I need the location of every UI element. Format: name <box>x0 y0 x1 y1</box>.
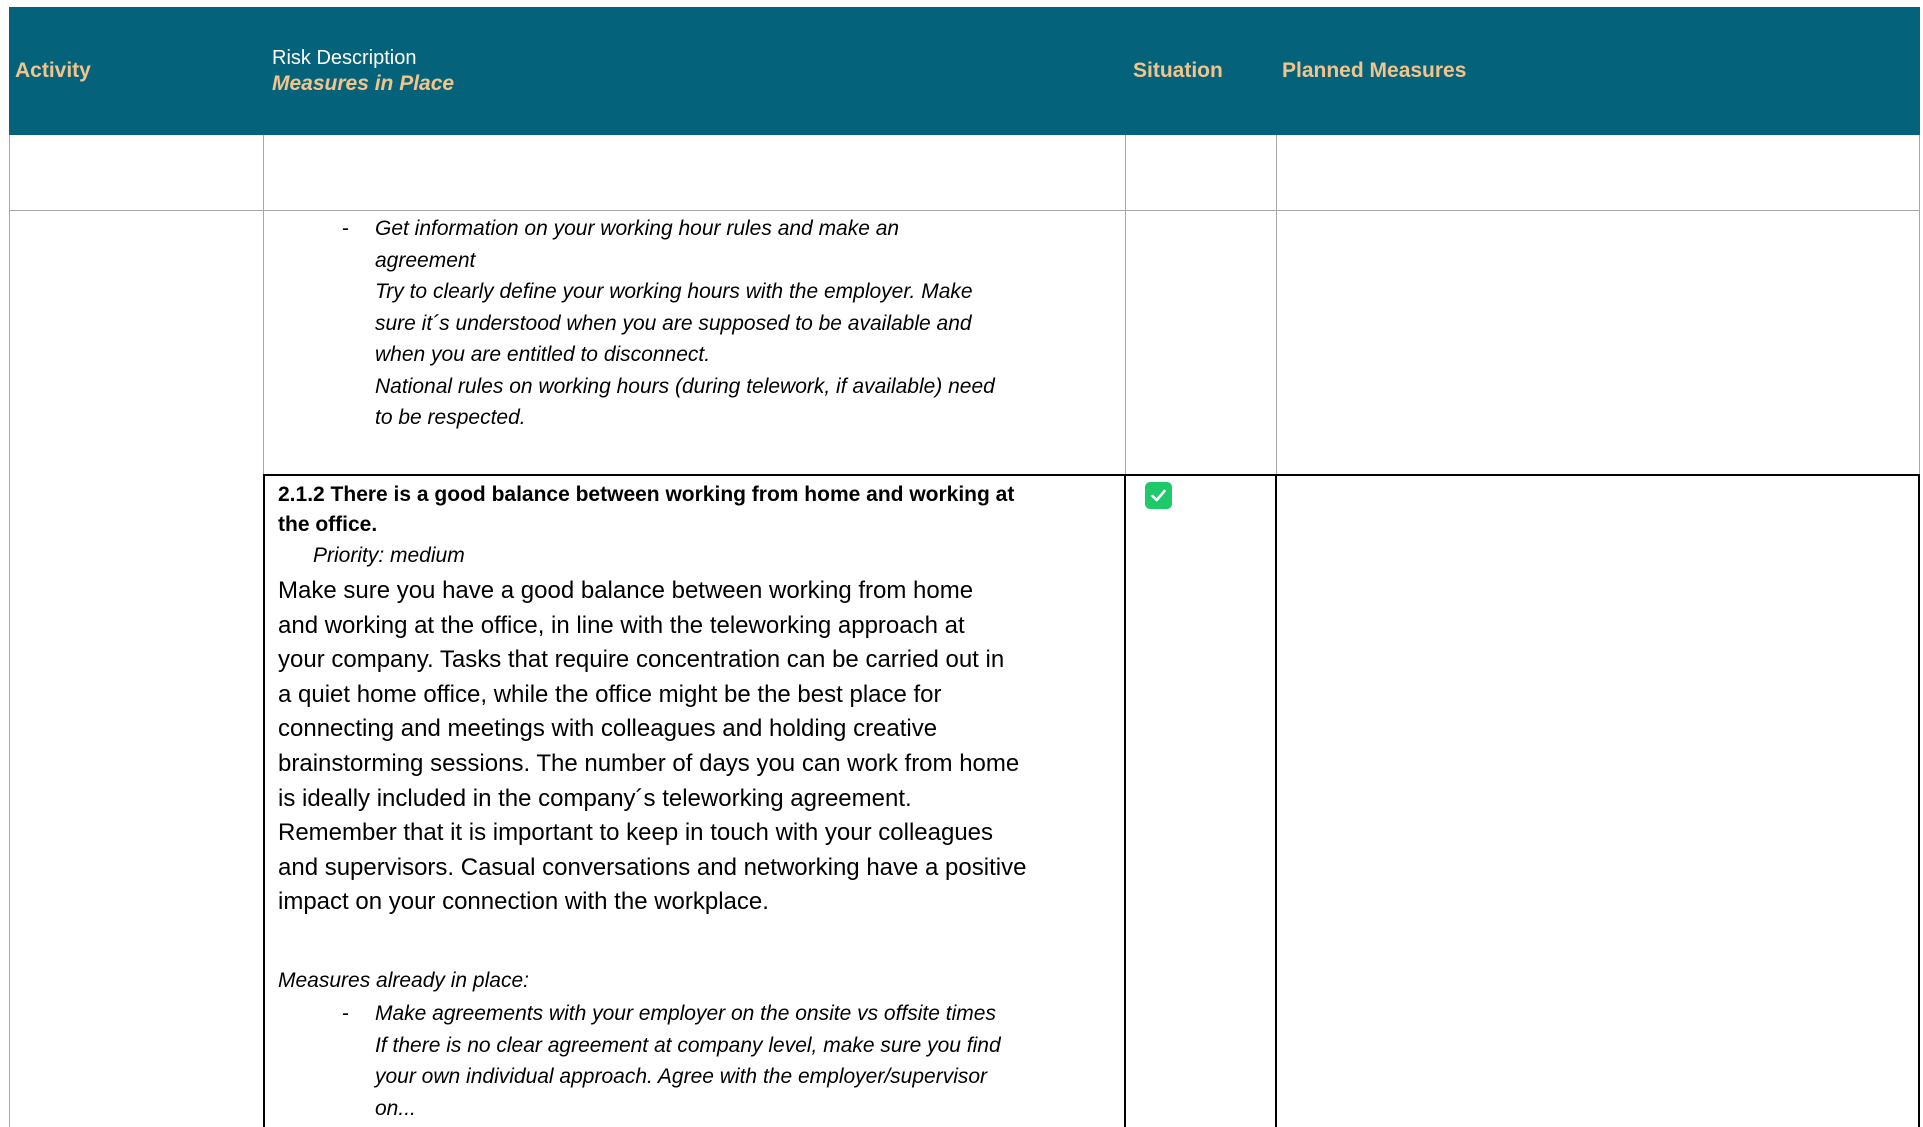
header-activity: Activity <box>15 7 265 135</box>
header-situation-label: Situation <box>1133 59 1223 82</box>
item-title-line: the office. <box>278 513 378 536</box>
header-situation: Situation <box>1133 7 1273 135</box>
measure-working-hours: Get information on your working hour rul… <box>375 213 1115 434</box>
measure-line: when you are entitled to disconnect. <box>375 343 711 366</box>
item-priority: Priority: medium <box>313 544 465 567</box>
bullet-dash: - <box>342 217 349 240</box>
header-risk-description: Risk Description Measures in Place <box>272 7 1132 135</box>
header-measures-in-place-label: Measures in Place <box>272 71 455 95</box>
measure-line: If there is no clear agreement at compan… <box>375 1033 1001 1057</box>
description-line: Make sure you have a good balance betwee… <box>278 577 974 604</box>
measures-label: Measures already in place: <box>278 969 529 992</box>
measure-onsite-offsite: Make agreements with your employer on th… <box>375 998 1120 1124</box>
item-row-description-border <box>1124 474 1126 1127</box>
item-row-top-border <box>263 474 1920 476</box>
measure-line: Get information on your working hour rul… <box>375 217 900 240</box>
description-line: and supervisors. Casual conversations an… <box>278 853 1027 881</box>
item-row-right-border <box>1918 474 1920 1127</box>
header-activity-label: Activity <box>15 59 91 82</box>
measure-line: to be respected. <box>375 406 526 429</box>
measure-line: Try to clearly define your working hours… <box>375 280 973 303</box>
item-title-line: 2.1.2 There is a good balance between wo… <box>278 483 1015 506</box>
column-divider-description <box>1125 135 1126 475</box>
measure-line: on... <box>375 1096 416 1120</box>
description-line: impact on your connection with the workp… <box>278 888 769 916</box>
header-planned-measures: Planned Measures <box>1282 7 1882 135</box>
row-divider-1 <box>9 210 1920 211</box>
column-divider-situation <box>1276 135 1277 475</box>
risk-assessment-table: Activity Risk Description Measures in Pl… <box>0 0 1923 1127</box>
measure-line: sure it´s understood when you are suppos… <box>375 311 972 335</box>
measure-line: your own individual approach. Agree with… <box>375 1065 988 1088</box>
description-line: connecting and meetings with colleagues … <box>278 715 938 743</box>
description-line: your company. Tasks that require concent… <box>278 646 1005 674</box>
description-line: and working at the office, in line with … <box>278 611 965 639</box>
checkbox-checked-icon[interactable] <box>1145 482 1172 509</box>
item-description: Make sure you have a good balance betwee… <box>278 574 1123 920</box>
header-planned-measures-label: Planned Measures <box>1282 59 1467 82</box>
item-row-situation-border <box>1275 474 1277 1127</box>
description-line: Remember that it is important to keep in… <box>278 819 994 847</box>
bullet-dash: - <box>342 1002 349 1025</box>
table-border-left <box>9 135 10 1127</box>
item-row-left-border <box>263 474 265 1127</box>
description-line: is ideally included in the company´s tel… <box>278 784 912 812</box>
item-title: 2.1.2 There is a good balance between wo… <box>278 480 1118 540</box>
description-line: a quiet home office, while the office mi… <box>278 680 942 708</box>
measure-line: National rules on working hours (during … <box>375 374 995 398</box>
description-line: brainstorming sessions. The number of da… <box>278 749 1020 777</box>
column-divider-activity <box>263 135 264 475</box>
table-header-row: Activity Risk Description Measures in Pl… <box>9 7 1920 135</box>
measure-line: agreement <box>375 248 476 272</box>
checkmark-icon <box>1151 489 1166 502</box>
header-risk-description-label: Risk Description <box>272 46 417 69</box>
measure-line: Make agreements with your employer on th… <box>375 1002 996 1025</box>
